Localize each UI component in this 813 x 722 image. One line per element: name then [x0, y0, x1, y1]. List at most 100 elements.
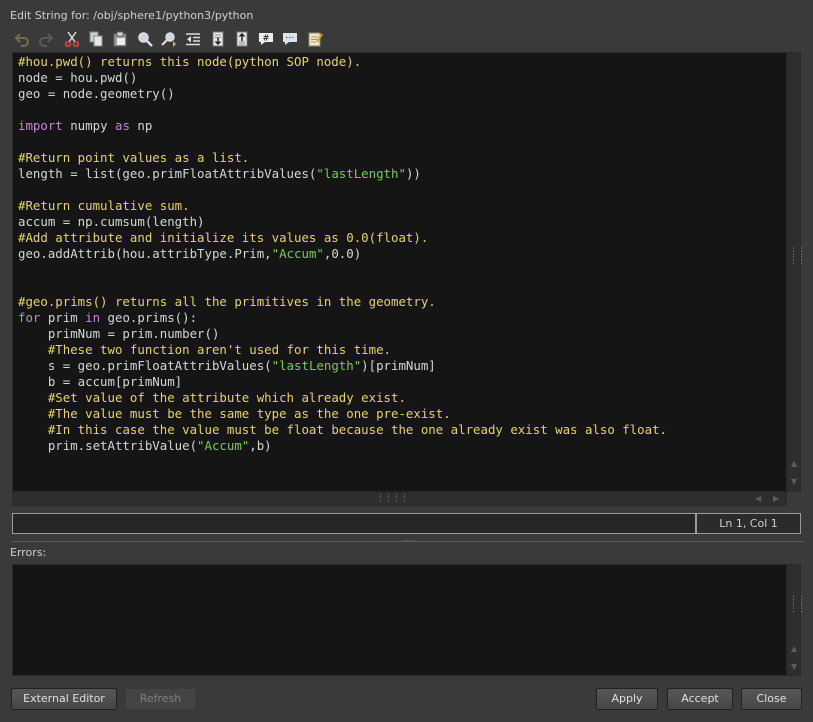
code-token: geo.prims():	[100, 310, 198, 325]
code-line[interactable]: geo.addAttrib(hou.attribType.Prim,"Accum…	[18, 246, 786, 262]
code-line[interactable]: geo = node.geometry()	[18, 86, 786, 102]
code-token: length = list(geo.primFloatAttribValues(	[18, 166, 317, 181]
comment-icon[interactable]: #	[256, 29, 276, 49]
code-token: ,b)	[249, 438, 272, 453]
scroll-right-icon[interactable]: ▶	[773, 495, 779, 503]
code-string: "Accum"	[271, 246, 324, 261]
code-token: geo.addAttrib(hou.attribType.Prim,	[18, 246, 272, 261]
code-string: "lastLength"	[316, 166, 406, 181]
code-keyword: in	[85, 310, 101, 325]
code-line[interactable]: prim.setAttribValue("Accum",b)	[18, 438, 786, 454]
code-token: ))	[405, 166, 421, 181]
code-text[interactable]: #hou.pwd() returns this node(python SOP …	[13, 53, 786, 454]
code-line[interactable]	[18, 102, 786, 118]
code-comment: #geo.prims() returns all the primitives …	[18, 294, 436, 309]
code-token: geo = node.geometry()	[18, 86, 175, 101]
errors-output[interactable]	[12, 564, 787, 676]
code-line[interactable]: #Add attribute and initialize its values…	[18, 230, 786, 246]
refresh-button[interactable]: Refresh	[125, 688, 196, 710]
command-field[interactable]	[12, 513, 696, 534]
splitter-grip-icon[interactable]: ⋯⋯	[402, 537, 415, 546]
pane-splitter[interactable]: ⋯⋯	[12, 537, 804, 546]
errors-scroll-grip-icon[interactable]: ⋮⋮ ⋮⋮	[789, 596, 806, 614]
code-token: prim	[40, 310, 86, 325]
code-keyword: for	[18, 310, 41, 325]
scroll-up-icon[interactable]: ▲	[791, 460, 797, 468]
editor-toolbar: #	[12, 28, 332, 50]
cursor-position: Ln 1, Col 1	[696, 513, 801, 534]
code-comment: #Add attribute and initialize its values…	[18, 230, 429, 245]
code-line[interactable]: length = list(geo.primFloatAttribValues(…	[18, 166, 786, 182]
code-line[interactable]: #In this case the value must be float be…	[18, 422, 786, 438]
code-line[interactable]: node = hou.pwd()	[18, 70, 786, 86]
indent-icon[interactable]	[208, 29, 228, 49]
code-comment: #Return cumulative sum.	[18, 198, 190, 213]
code-line[interactable]: #geo.prims() returns all the primitives …	[18, 294, 786, 310]
code-token: b = accum[primNum]	[18, 374, 183, 389]
code-line[interactable]: #Return point values as a list.	[18, 150, 786, 166]
code-line[interactable]	[18, 182, 786, 198]
code-token: np	[129, 118, 153, 133]
code-line[interactable]	[18, 278, 786, 294]
unindent-icon[interactable]	[232, 29, 252, 49]
code-token: )[primNum]	[361, 358, 436, 373]
hscroll-grip-icon[interactable]: ⋮⋮⋮⋮	[376, 494, 409, 503]
errors-vertical-scrollbar[interactable]: ⋮⋮ ⋮⋮ ▲ ▼	[787, 564, 806, 676]
apply-button[interactable]: Apply	[596, 688, 658, 710]
code-comment: #hou.pwd() returns this node(python SOP …	[18, 54, 362, 69]
code-string: "Accum"	[197, 438, 250, 453]
code-token: ,0.0)	[323, 246, 362, 261]
code-string: "lastLength"	[271, 358, 362, 373]
code-comment: #Return point values as a list.	[18, 150, 250, 165]
notepad-icon[interactable]	[305, 29, 325, 49]
code-line[interactable]: for prim in geo.prims():	[18, 310, 786, 326]
scroll-grip-icon[interactable]: ⋮⋮ ⋮⋮	[789, 248, 806, 266]
cut-icon[interactable]	[62, 29, 82, 49]
code-line[interactable]	[18, 134, 786, 150]
code-comment: #In this case the value must be float be…	[47, 422, 668, 437]
editor-vertical-scrollbar[interactable]: ⋮⋮ ⋮⋮ ▲ ▼	[787, 52, 806, 492]
code-comment: #Set value of the attribute which alread…	[47, 390, 406, 405]
code-line[interactable]: #hou.pwd() returns this node(python SOP …	[18, 54, 786, 70]
redo-icon[interactable]	[36, 29, 56, 49]
code-editor[interactable]: #hou.pwd() returns this node(python SOP …	[12, 52, 787, 492]
code-line[interactable]: accum = np.cumsum(length)	[18, 214, 786, 230]
errors-label: Errors:	[10, 546, 47, 559]
code-line[interactable]: s = geo.primFloatAttribValues("lastLengt…	[18, 358, 786, 374]
copy-icon[interactable]	[86, 29, 106, 49]
close-button[interactable]: Close	[741, 688, 802, 710]
accept-button[interactable]: Accept	[667, 688, 733, 710]
code-keyword: import	[18, 118, 63, 133]
code-line[interactable]: #The value must be the same type as the …	[18, 406, 786, 422]
uncomment-icon[interactable]	[280, 29, 300, 49]
paste-icon[interactable]	[110, 29, 130, 49]
code-line[interactable]: primNum = prim.number()	[18, 326, 786, 342]
code-token: prim.setAttribValue(	[18, 438, 198, 453]
code-token: node = hou.pwd()	[18, 70, 138, 85]
svg-text:#: #	[263, 34, 270, 43]
code-line[interactable]: b = accum[primNum]	[18, 374, 786, 390]
code-line[interactable]: import numpy as np	[18, 118, 786, 134]
find-icon[interactable]	[135, 29, 155, 49]
code-line[interactable]: #Return cumulative sum.	[18, 198, 786, 214]
undo-icon[interactable]	[12, 29, 32, 49]
scroll-left-icon[interactable]: ◀	[755, 495, 761, 503]
errors-scroll-down-icon[interactable]: ▼	[791, 663, 797, 671]
editor-horizontal-scrollbar[interactable]: ⋮⋮⋮⋮ ◀ ▶	[12, 492, 787, 506]
code-line[interactable]: #Set value of the attribute which alread…	[18, 390, 786, 406]
replace-icon[interactable]	[159, 29, 179, 49]
code-token: accum = np.cumsum(length)	[18, 214, 205, 229]
code-line[interactable]: #These two function aren't used for this…	[18, 342, 786, 358]
outdent-icon[interactable]	[183, 29, 203, 49]
errors-scroll-up-icon[interactable]: ▲	[791, 645, 797, 653]
code-keyword: as	[114, 118, 130, 133]
code-line[interactable]	[18, 262, 786, 278]
code-token: s = geo.primFloatAttribValues(	[18, 358, 272, 373]
code-comment: #These two function aren't used for this…	[47, 342, 391, 357]
scroll-down-icon[interactable]: ▼	[791, 478, 797, 486]
external-editor-button[interactable]: External Editor	[11, 688, 117, 710]
